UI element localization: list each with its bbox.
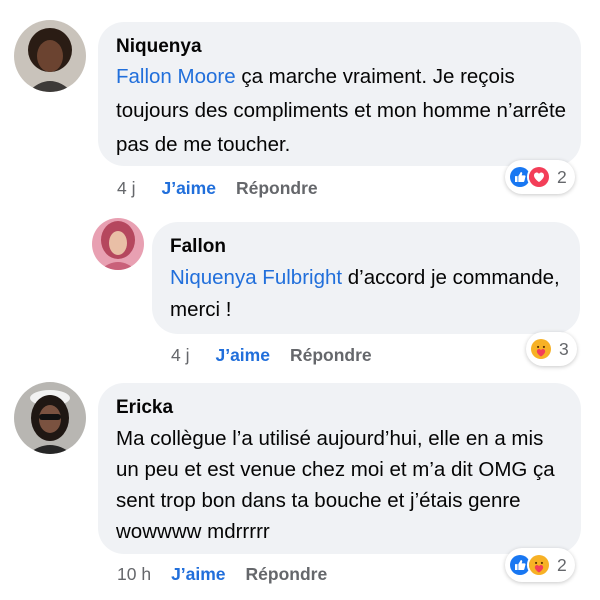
- comment-timestamp[interactable]: 10 h: [117, 564, 151, 585]
- reaction-count: 3: [559, 338, 569, 359]
- reply-button[interactable]: Répondre: [246, 564, 328, 585]
- comment-actions: 4 j J’aime Répondre: [171, 343, 372, 367]
- reaction-summary[interactable]: 3: [526, 332, 577, 366]
- care-icon: [529, 337, 553, 361]
- comment-text: Niquenya Fulbright d’accord je commande,…: [170, 262, 572, 326]
- comment-actions: 4 j J’aime Répondre: [117, 176, 318, 200]
- reply-button[interactable]: Répondre: [236, 178, 318, 199]
- comment-bubble: Niquenya Fallon Moore ça marche vraiment…: [98, 22, 581, 166]
- comment-timestamp[interactable]: 4 j: [171, 345, 189, 366]
- like-button[interactable]: J’aime: [215, 345, 269, 366]
- avatar[interactable]: [14, 20, 86, 92]
- user-mention[interactable]: Fallon Moore: [116, 65, 236, 88]
- comment-text: Ma collègue l’a utilisé aujourd’hui, ell…: [116, 423, 571, 547]
- comment-bubble: Ericka Ma collègue l’a utilisé aujourd’h…: [98, 383, 581, 554]
- like-button[interactable]: J’aime: [171, 564, 225, 585]
- user-mention[interactable]: Niquenya Fulbright: [170, 266, 342, 289]
- love-icon: [527, 165, 551, 189]
- reaction-count: 2: [557, 166, 567, 187]
- reaction-summary[interactable]: 2: [505, 548, 575, 582]
- comment-timestamp[interactable]: 4 j: [117, 178, 135, 199]
- reaction-summary[interactable]: 2: [505, 160, 575, 194]
- avatar[interactable]: [14, 382, 86, 454]
- reply-button[interactable]: Répondre: [290, 345, 372, 366]
- comment-bubble: Fallon Niquenya Fulbright d’accord je co…: [152, 222, 580, 334]
- comment-author[interactable]: Fallon: [170, 236, 226, 258]
- care-icon: [527, 553, 551, 577]
- comment-author[interactable]: Ericka: [116, 397, 173, 419]
- comment-text: Fallon Moore ça marche vraiment. Je reço…: [116, 60, 571, 162]
- reaction-count: 2: [557, 554, 567, 575]
- comment-actions: 10 h J’aime Répondre: [117, 562, 327, 586]
- like-button[interactable]: J’aime: [161, 178, 215, 199]
- avatar[interactable]: [92, 218, 144, 270]
- comment-body: Ma collègue l’a utilisé aujourd’hui, ell…: [116, 427, 555, 543]
- comment-author[interactable]: Niquenya: [116, 36, 202, 58]
